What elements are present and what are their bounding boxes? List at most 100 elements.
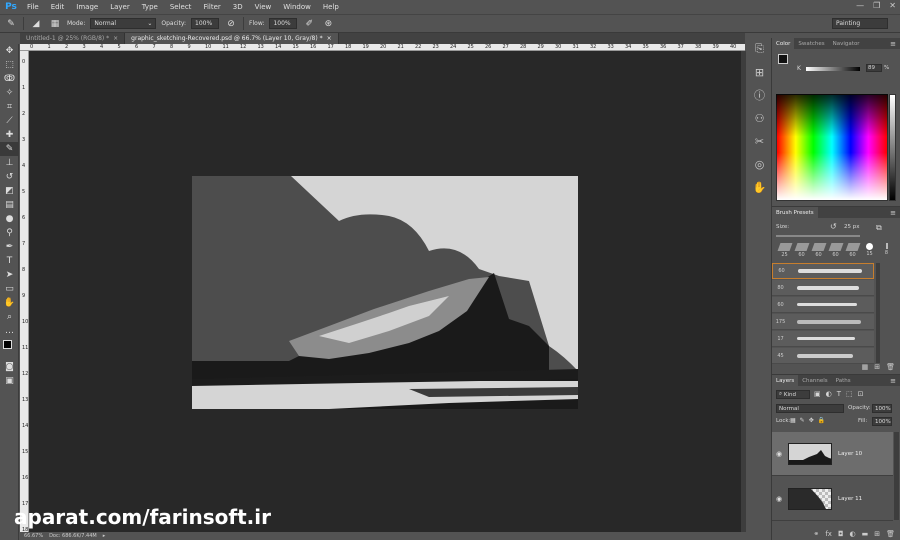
screen-mode-icon[interactable]: ▣	[0, 374, 19, 388]
foreground-color-swatch[interactable]	[778, 54, 788, 64]
eraser-tool-icon[interactable]: ◩	[0, 184, 19, 198]
clone-source-icon[interactable]: ◎	[749, 153, 770, 175]
close-icon[interactable]: ×	[327, 35, 332, 42]
k-value-field[interactable]: 89	[866, 64, 882, 72]
gradient-tool-icon[interactable]: ▤	[0, 198, 19, 212]
brush-tip[interactable]: 60	[793, 243, 810, 258]
pen-tool-icon[interactable]: ✒	[0, 240, 19, 254]
menu-window[interactable]: Window	[277, 3, 317, 11]
dodge-tool-icon[interactable]: ⚲	[0, 226, 19, 240]
more-tools-icon[interactable]: …	[0, 324, 19, 338]
document-canvas[interactable]	[29, 51, 741, 532]
toggle-brush-panel-icon[interactable]: ▦	[862, 363, 869, 374]
info-icon[interactable]: ⓘ	[749, 84, 770, 106]
new-group-icon[interactable]: ▬	[862, 530, 869, 538]
brush-preset-row[interactable]: 80	[772, 280, 874, 296]
link-layers-icon[interactable]: ⚭	[813, 530, 819, 538]
pressure-size-icon[interactable]: ⊛	[321, 17, 335, 30]
zoom-tool-icon[interactable]: ⌕	[0, 310, 19, 324]
flow-field[interactable]: 100%	[269, 18, 298, 29]
healing-brush-tool-icon[interactable]: ✚	[0, 128, 19, 142]
layer-style-icon[interactable]: fx	[825, 530, 832, 538]
tab-swatches[interactable]: Swatches	[794, 38, 828, 49]
marquee-tool-icon[interactable]: ⬚	[0, 58, 19, 72]
lasso-tool-icon[interactable]: ↂ	[0, 72, 19, 86]
menu-select[interactable]: Select	[164, 3, 198, 11]
tool-presets-icon[interactable]: ✋	[749, 176, 770, 198]
blend-mode-select[interactable]: Normal	[776, 404, 844, 413]
menu-layer[interactable]: Layer	[104, 3, 136, 11]
menu-help[interactable]: Help	[317, 3, 345, 11]
mode-select[interactable]: Normal ⌄	[90, 18, 157, 29]
history-icon[interactable]: ⎘	[749, 38, 770, 60]
fill-field[interactable]: 100%	[872, 417, 892, 426]
panel-menu-icon[interactable]: ≡	[890, 209, 900, 217]
layer-row-layer-11[interactable]: ◉ Layer 11	[772, 477, 893, 521]
canvas-area[interactable]	[29, 51, 741, 532]
menu-view[interactable]: View	[249, 3, 278, 11]
brush-list-scrollbar[interactable]	[876, 263, 880, 363]
character-icon[interactable]: ⚇	[749, 107, 770, 129]
filter-type-icon[interactable]: T	[837, 390, 841, 398]
panel-menu-icon[interactable]: ≡	[890, 377, 900, 385]
layer-name[interactable]: Layer 11	[838, 496, 862, 502]
menu-type[interactable]: Type	[136, 3, 164, 11]
tab-graphic-sketching[interactable]: graphic_sketching-Recovered.psd @ 66.7% …	[125, 33, 339, 44]
hand-tool-icon[interactable]: ✋	[0, 296, 19, 310]
clone-stamp-tool-icon[interactable]: ⊥	[0, 156, 19, 170]
tab-color[interactable]: Color	[772, 38, 795, 49]
brush-preset-row[interactable]: 17	[772, 331, 874, 347]
visibility-eye-icon[interactable]: ◉	[772, 450, 786, 458]
lock-pixels-icon[interactable]: ✎	[800, 417, 805, 424]
airbrush-icon[interactable]: ✐	[302, 17, 316, 30]
menu-edit[interactable]: Edit	[45, 3, 71, 11]
delete-layer-icon[interactable]: 🗑	[886, 530, 895, 538]
minimize-button[interactable]: —	[856, 1, 864, 10]
brush-tip[interactable]: 60	[827, 243, 844, 258]
filter-pixel-icon[interactable]: ▣	[814, 390, 821, 398]
move-tool-icon[interactable]: ✥	[0, 44, 19, 58]
brush-preset-picker-icon[interactable]: ◢	[29, 17, 43, 30]
tab-layers[interactable]: Layers	[772, 375, 799, 386]
add-mask-icon[interactable]: ◘	[838, 530, 844, 538]
close-button[interactable]: ✕	[889, 1, 896, 10]
workspace-select[interactable]: Painting	[832, 18, 888, 29]
status-arrow-icon[interactable]: ▸	[103, 533, 106, 539]
delete-brush-icon[interactable]: 🗑	[886, 363, 895, 374]
brush-tip[interactable]: 60	[844, 243, 861, 258]
path-select-tool-icon[interactable]: ➤	[0, 268, 19, 282]
tab-paths[interactable]: Paths	[832, 375, 855, 386]
brush-preset-row[interactable]: 175	[772, 314, 874, 330]
vertical-scrollbar[interactable]	[741, 51, 746, 532]
lock-position-icon[interactable]: ✥	[809, 417, 814, 424]
filter-shape-icon[interactable]: ⬚	[846, 390, 853, 398]
brush-tip[interactable]: 15	[861, 243, 878, 258]
history-brush-tool-icon[interactable]: ↺	[0, 170, 19, 184]
brush-settings-icon[interactable]: ✂	[749, 130, 770, 152]
tab-untitled-1[interactable]: Untitled-1 @ 25% (RGB/8) * ×	[20, 33, 126, 44]
menu-filter[interactable]: Filter	[197, 3, 226, 11]
type-tool-icon[interactable]: T	[0, 254, 19, 268]
adjustment-layer-icon[interactable]: ◐	[850, 530, 856, 538]
layer-row-layer-10[interactable]: ◉ Layer 10	[772, 432, 893, 476]
brush-tip[interactable]: 8	[878, 243, 895, 258]
foreground-color-swatch[interactable]	[3, 340, 12, 349]
tab-channels[interactable]: Channels	[798, 375, 831, 386]
menu-3d[interactable]: 3D	[227, 3, 249, 11]
filter-adjustment-icon[interactable]: ◐	[826, 390, 832, 398]
k-slider[interactable]	[806, 67, 860, 71]
properties-icon[interactable]: ⊞	[749, 61, 770, 83]
opacity-field[interactable]: 100%	[191, 18, 220, 29]
size-slider[interactable]	[776, 235, 860, 237]
new-layer-icon[interactable]: ⊞	[874, 530, 880, 538]
new-brush-icon[interactable]: ⊞	[874, 363, 880, 374]
crop-tool-icon[interactable]: ⌗	[0, 100, 19, 114]
layer-opacity-field[interactable]: 100%	[872, 404, 892, 413]
size-value[interactable]: 25 px	[844, 224, 860, 230]
menu-file[interactable]: File	[21, 3, 45, 11]
brush-preset-row[interactable]: 45	[772, 348, 874, 364]
pressure-opacity-icon[interactable]: ⊘	[224, 17, 238, 30]
brush-preset-row[interactable]: 60	[772, 263, 874, 279]
kind-filter[interactable]: ⌕ Kind	[776, 390, 810, 399]
rectangle-tool-icon[interactable]: ▭	[0, 282, 19, 296]
